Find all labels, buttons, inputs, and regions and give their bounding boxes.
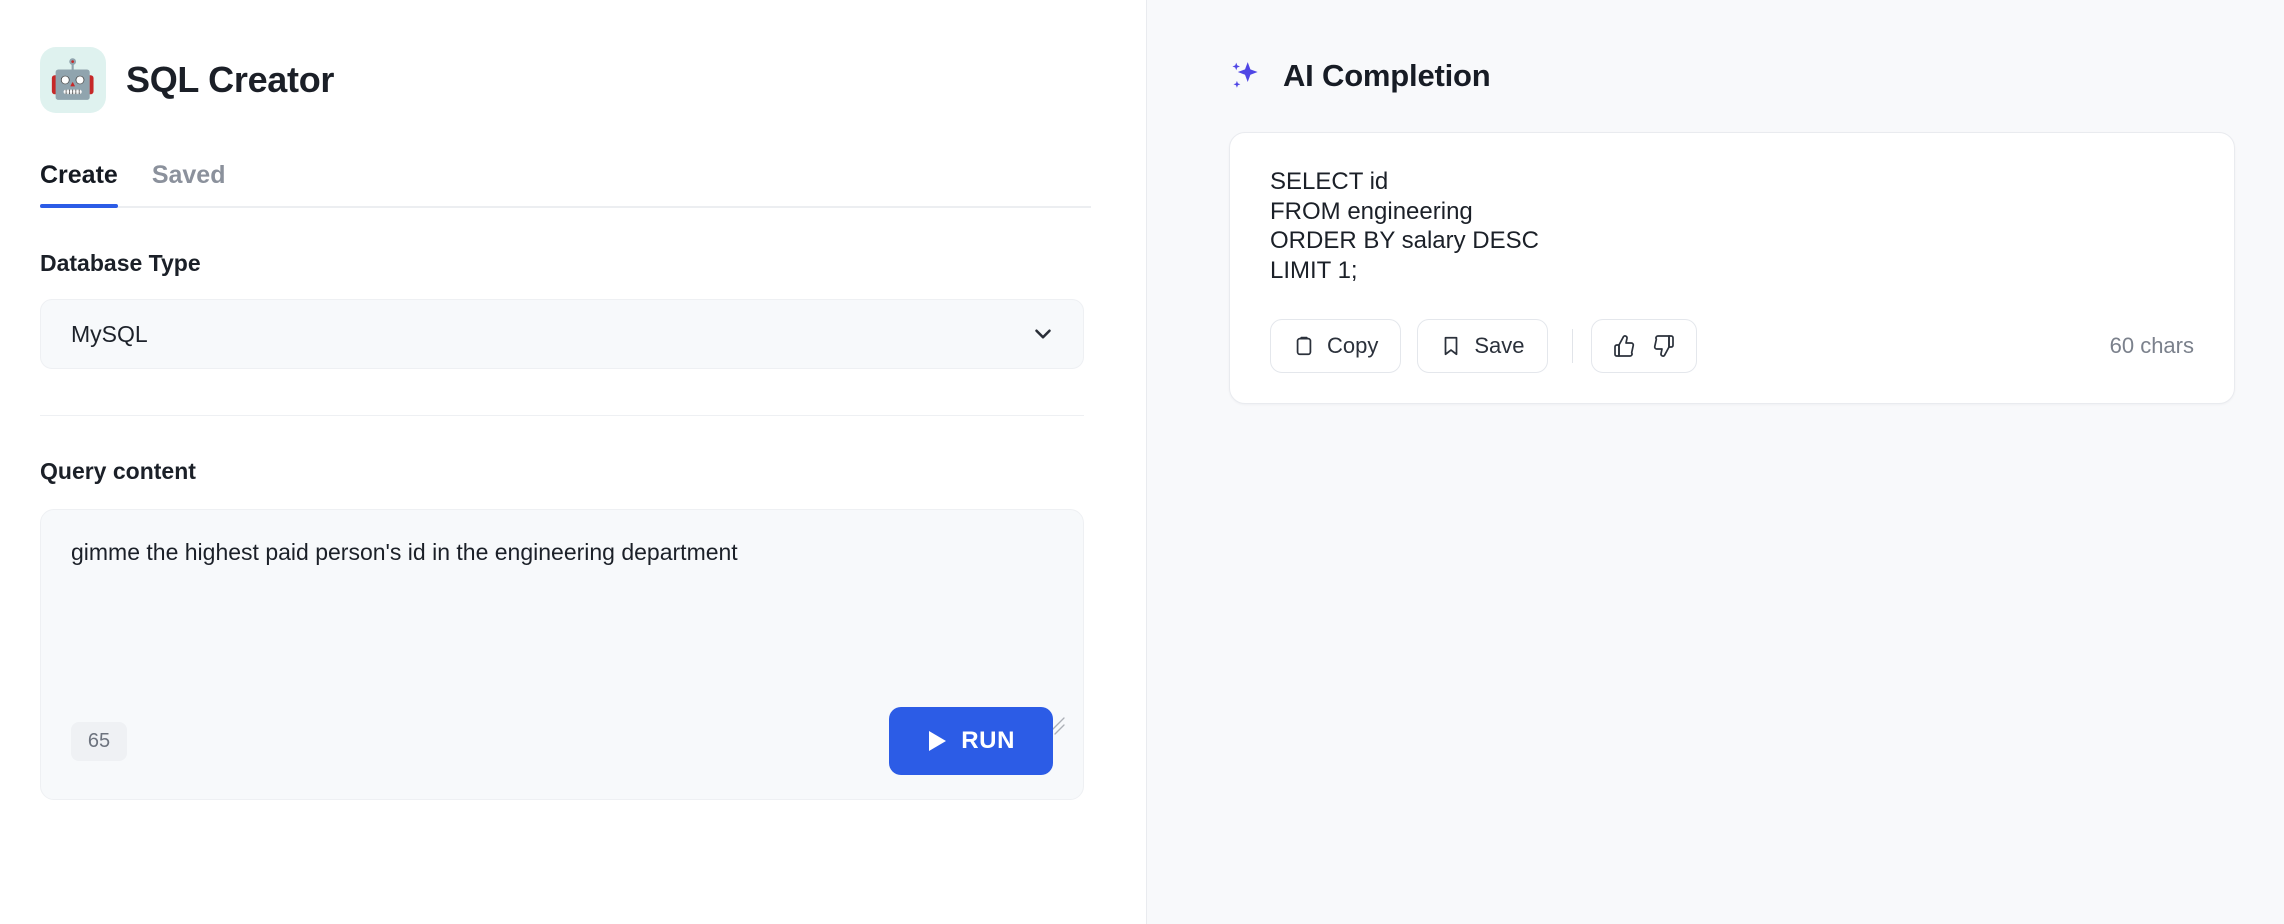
query-textarea-card: gimme the highest paid person's id in th… [40,509,1084,800]
sparkles-icon [1229,59,1263,93]
query-content-label: Query content [40,458,196,484]
thumbs-down-icon [1652,334,1676,358]
database-type-label: Database Type [40,250,201,276]
ai-completion-header: AI Completion [1229,58,2235,94]
ai-completion-panel: AI Completion SELECT id FROM engineering… [1146,0,2284,924]
database-type-select[interactable]: MySQL [40,299,1084,369]
thumbs-up-icon [1612,334,1636,358]
ai-result-card: SELECT id FROM engineering ORDER BY sala… [1229,132,2235,405]
editor-panel: 🤖 SQL Creator Create Saved Database Type… [0,0,1146,924]
char-count-label: 60 chars [2109,333,2194,359]
section-divider [40,415,1084,416]
copy-button[interactable]: Copy [1270,319,1402,374]
thumbs-up-button[interactable] [1608,330,1640,362]
sql-line: LIMIT 1; [1270,256,1358,284]
tab-bar: Create Saved [40,161,1091,208]
sql-line: ORDER BY salary DESC [1270,227,1539,255]
app-branding: 🤖 SQL Creator [40,47,1091,113]
query-char-count: 65 [71,721,127,761]
tab-saved[interactable]: Saved [152,161,226,206]
query-footer: 65 RUN [71,707,1053,775]
database-type-select-wrapper: MySQL [40,299,1084,369]
robot-emoji-icon: 🤖 [40,47,106,113]
sql-line: FROM engineering [1270,197,1473,225]
actions-divider [1571,329,1573,364]
thumbs-down-button[interactable] [1648,330,1680,362]
play-icon [927,730,947,752]
database-type-value: MySQL [71,320,148,347]
tab-create[interactable]: Create [40,161,118,208]
copy-button-label: Copy [1327,333,1379,359]
ai-completion-title: AI Completion [1283,58,1491,93]
query-content-field: Query content gimme the highest paid per… [40,458,1091,800]
page-title: SQL Creator [126,59,335,100]
run-button-label: RUN [961,727,1015,754]
bookmark-icon [1440,335,1462,357]
run-button[interactable]: RUN [889,707,1053,775]
query-input[interactable]: gimme the highest paid person's id in th… [71,536,1053,568]
sql-creator-app: 🤖 SQL Creator Create Saved Database Type… [0,0,2284,924]
database-type-field: Database Type MySQL [40,250,1091,369]
result-actions: Copy Save 60 chars [1270,319,2194,374]
save-button-label: Save [1474,333,1525,359]
sql-line: SELECT id [1270,168,1389,195]
feedback-group [1590,319,1697,374]
clipboard-icon [1293,335,1315,357]
save-button[interactable]: Save [1417,319,1548,374]
